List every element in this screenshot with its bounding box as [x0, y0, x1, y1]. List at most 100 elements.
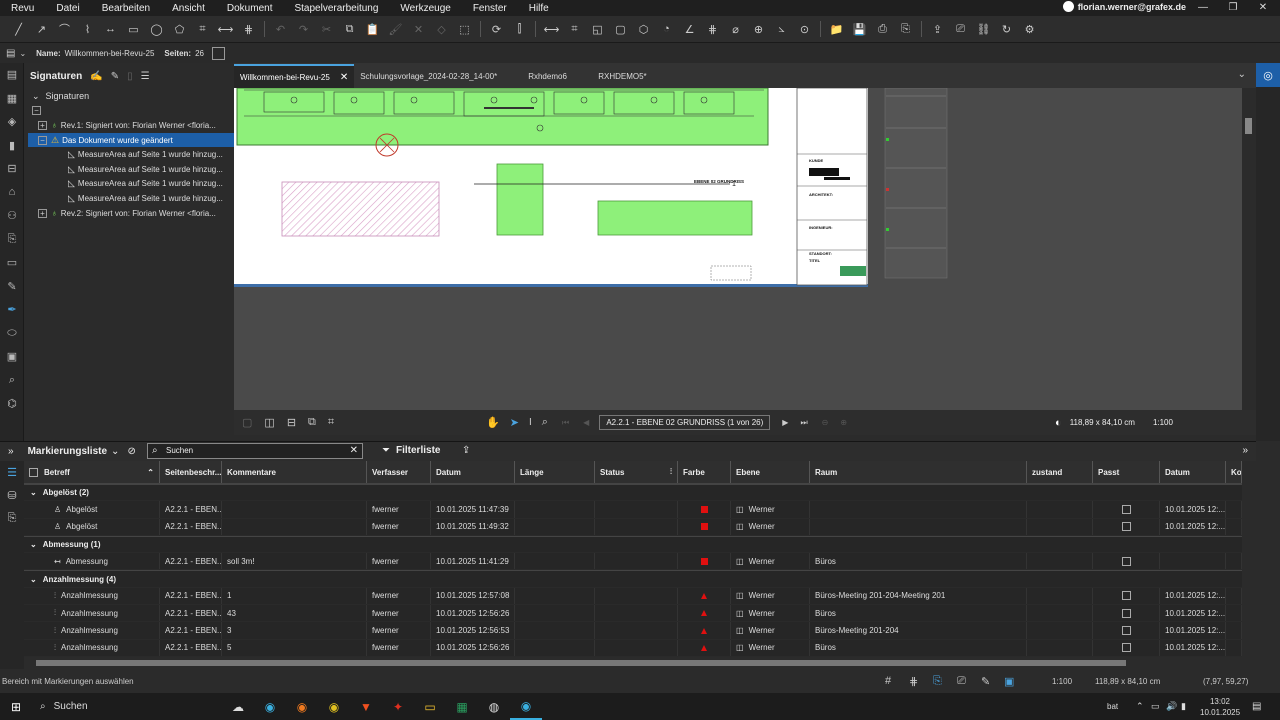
group-row[interactable]: ⌄ Abmessung (1): [24, 535, 1242, 554]
change-item[interactable]: ◺ MeasureArea auf Seite 1 wurde hinzug...: [28, 191, 234, 206]
grid-icon[interactable]: #: [885, 675, 891, 687]
dimension-tool-icon[interactable]: ↔: [100, 19, 121, 39]
last-page-icon[interactable]: ⏭: [800, 418, 807, 428]
snap-markup-icon[interactable]: ⎚: [957, 675, 966, 688]
layer-visibility-icon[interactable]: ◫: [736, 591, 744, 600]
col-seitenbeschriftung[interactable]: Seitenbeschr...: [160, 461, 222, 483]
measure-diameter-icon[interactable]: ⌀: [725, 19, 746, 39]
col-betreff[interactable]: Betreff ⌃: [24, 461, 160, 483]
restore-button[interactable]: ❐: [1218, 0, 1248, 16]
collapse-icon[interactable]: −: [38, 135, 47, 145]
chevron-down-icon[interactable]: ⌄: [111, 446, 119, 457]
properties-panel-icon[interactable]: ⚇: [0, 204, 24, 228]
expand-panel-icon[interactable]: »: [1242, 445, 1248, 456]
tool-chest-icon[interactable]: ▦: [0, 87, 24, 111]
print-icon[interactable]: ⎙: [872, 19, 893, 39]
tree-collapse-all[interactable]: −: [28, 104, 234, 119]
brave-icon[interactable]: ▼: [350, 693, 382, 720]
arc-tool-icon[interactable]: ⌒: [54, 19, 75, 39]
clear-icon[interactable]: ◇: [431, 19, 452, 39]
close-window-button[interactable]: ✕: [1248, 0, 1278, 16]
group-row[interactable]: ⌄ Anzahlmessung (4): [24, 570, 1242, 588]
markup-search-input[interactable]: ⌕ Suchen ✕: [147, 443, 363, 459]
change-item[interactable]: ◺ MeasureArea auf Seite 1 wurde hinzug...: [28, 147, 234, 162]
network-icon[interactable]: ▭: [1151, 701, 1160, 712]
studio-icon[interactable]: ⎚: [950, 19, 971, 39]
export-icon[interactable]: ⇪: [462, 445, 470, 456]
area-tool-icon[interactable]: ⌗: [192, 19, 213, 39]
measure-area-icon[interactable]: ◱: [587, 19, 608, 39]
open-folder-icon[interactable]: 📁: [826, 19, 847, 39]
prev-page-icon[interactable]: ◀: [583, 418, 589, 427]
notifications-icon[interactable]: ▤: [1252, 701, 1261, 712]
table-row[interactable]: ⫶ Anzahlmessung A2.2.1 - EBEN... 3 fwerner 10…: [24, 622, 1242, 640]
tree-root[interactable]: ⌄ Signaturen: [28, 89, 234, 104]
select-icon[interactable]: ⬚: [454, 19, 475, 39]
page-selector[interactable]: A2.2.1 - EBENE 02 GRUNDRISS (1 von 26): [599, 415, 771, 430]
measure-radius-icon[interactable]: ◔: [656, 19, 677, 39]
length-tool-icon[interactable]: ⟷: [215, 19, 236, 39]
markup-list-title[interactable]: Markierungsliste: [28, 446, 107, 457]
next-page-icon[interactable]: ▶: [782, 418, 788, 427]
signature-rev2[interactable]: + ♁ Rev.2: Signiert von: Florian Werner …: [28, 206, 234, 221]
snap-grid-icon[interactable]: ⋕: [909, 675, 918, 688]
chevron-down-icon[interactable]: ⌄: [32, 91, 40, 102]
measure-perimeter-icon[interactable]: ▢: [610, 19, 631, 39]
menu-werkzeuge[interactable]: Werkzeuge: [389, 3, 461, 14]
layer-visibility-icon[interactable]: ◫: [736, 626, 744, 635]
app-icon[interactable]: ✦: [382, 693, 414, 720]
sync-icon[interactable]: ↻: [996, 19, 1017, 39]
menu-revu[interactable]: Revu: [0, 3, 45, 14]
forward-view-icon[interactable]: ⊕: [840, 418, 847, 427]
tab-schulungsvorlage[interactable]: Schulungsvorlage_2024-02-28_14-00*: [354, 64, 522, 88]
calibrate-icon[interactable]: ⦣: [771, 19, 792, 39]
user-account[interactable]: florian.werner@grafex.de: [1062, 1, 1186, 12]
thumbnails-icon[interactable]: ▤: [0, 63, 24, 87]
edge-active-icon[interactable]: ◉: [510, 693, 542, 720]
chrome-icon[interactable]: ◉: [318, 693, 350, 720]
table-row[interactable]: ↤ Abmessung A2.2.1 - EBEN... soll 3m! fwerne…: [24, 553, 1242, 571]
tab-willkommen[interactable]: Willkommen-bei-Revu-25 ✕: [234, 64, 355, 88]
first-page-icon[interactable]: ⏮: [562, 418, 569, 428]
column-settings-icon[interactable]: ⫶: [670, 467, 672, 477]
file-access-icon[interactable]: ⊟: [0, 157, 24, 181]
pan-hand-icon[interactable]: ✋: [486, 416, 500, 429]
signature-rev1[interactable]: + ♁ Rev.1: Signiert von: Florian Werner …: [28, 118, 234, 133]
export-icon[interactable]: ⇪: [927, 19, 948, 39]
tab-rxhdemo6[interactable]: Rxhdemo6: [522, 64, 592, 88]
col-datum-2[interactable]: Datum: [1160, 461, 1226, 483]
count-tool-icon[interactable]: ⋕: [238, 19, 259, 39]
col-laenge[interactable]: Länge: [515, 461, 595, 483]
spaces-icon[interactable]: ⬭: [0, 322, 24, 346]
select-pointer-icon[interactable]: ➤: [510, 416, 519, 429]
document-canvas[interactable]: EBENE 02 GRUNDRISS 1 KUNDE ARCHITEKT: IN…: [234, 88, 1242, 410]
zoom-icon[interactable]: ⌕: [542, 416, 548, 429]
clear-search-icon[interactable]: ✕: [350, 444, 358, 458]
collapse-icon[interactable]: −: [32, 106, 41, 116]
compare-icon[interactable]: ⧉: [308, 416, 316, 429]
layers-icon[interactable]: ◈: [0, 110, 24, 134]
filter-list-button[interactable]: Filterliste: [396, 445, 440, 456]
col-kommentare[interactable]: Kommentare: [222, 461, 367, 483]
minimize-button[interactable]: —: [1188, 0, 1218, 16]
clock[interactable]: 13:02 10.01.2025: [1200, 696, 1240, 718]
tab-rxhdemo5[interactable]: RXHDEMO5*: [592, 64, 672, 88]
horizontal-scrollbar[interactable]: [24, 657, 1242, 669]
markup-area-hatched[interactable]: [281, 181, 440, 237]
side-by-side-icon[interactable]: ◫: [264, 416, 274, 429]
table-row[interactable]: ⫶ Anzahlmessung A2.2.1 - EBEN... 1 fwerner 10…: [24, 587, 1242, 606]
studio-panel-icon[interactable]: ⌂: [0, 181, 24, 205]
sync-status-icon[interactable]: ▣: [1004, 675, 1014, 688]
measure-center-icon[interactable]: ⊕: [748, 19, 769, 39]
measure-angle-icon[interactable]: ∠: [679, 19, 700, 39]
scroll-thumb[interactable]: [36, 660, 1126, 666]
align-icon[interactable]: ⫿: [509, 19, 530, 39]
rectangle-tool-icon[interactable]: ▭: [123, 19, 144, 39]
col-raum[interactable]: Raum: [810, 461, 1027, 483]
table-row[interactable]: ⫶ Anzahlmessung A2.2.1 - EBEN... 43 fwerner 1…: [24, 605, 1242, 623]
menu-bearbeiten[interactable]: Bearbeiten: [91, 3, 161, 14]
menu-dokument[interactable]: Dokument: [216, 3, 284, 14]
copy-icon[interactable]: ⧉: [339, 19, 360, 39]
select-text-icon[interactable]: I: [529, 417, 532, 428]
col-datum[interactable]: Datum: [431, 461, 515, 483]
